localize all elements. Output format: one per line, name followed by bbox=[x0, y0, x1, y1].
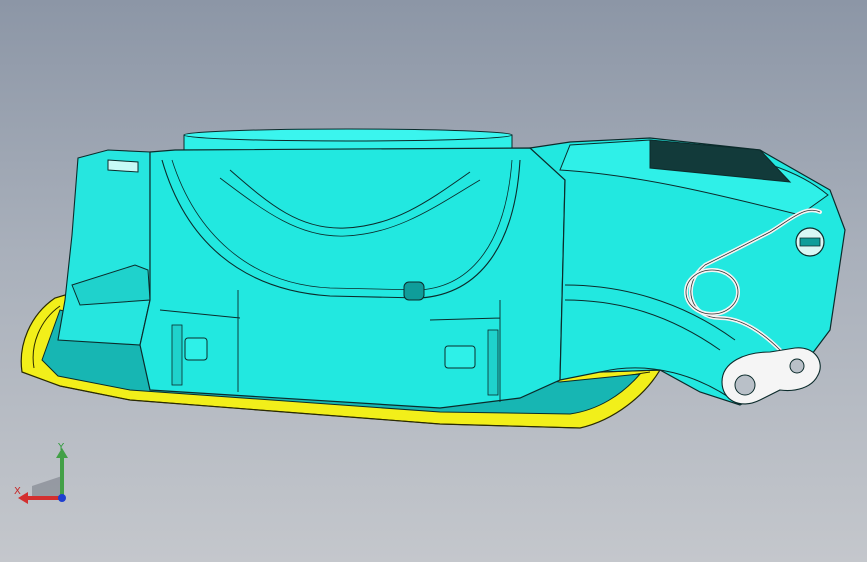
upper-pivot-slot bbox=[799, 237, 821, 247]
triad-x-label: X bbox=[14, 486, 21, 497]
housing-hole bbox=[403, 281, 425, 301]
housing-right-rib bbox=[487, 329, 499, 396]
housing-left-notch bbox=[184, 337, 208, 361]
cad-viewport[interactable]: Y X bbox=[0, 0, 867, 562]
left-block-slot bbox=[107, 159, 139, 173]
triad-plane-icon bbox=[32, 476, 62, 498]
top-cap-rim bbox=[183, 128, 513, 142]
housing-right-notch bbox=[444, 345, 476, 369]
z-axis-icon bbox=[58, 494, 66, 502]
triad-y-label: Y bbox=[58, 442, 65, 453]
link-plate-hole-right bbox=[789, 358, 805, 374]
main-housing bbox=[139, 147, 566, 409]
cad-model[interactable] bbox=[0, 0, 867, 562]
left-block bbox=[57, 149, 151, 346]
link-plate-hole-left bbox=[734, 374, 756, 396]
orientation-triad bbox=[18, 448, 68, 504]
housing-left-rib bbox=[171, 324, 183, 386]
